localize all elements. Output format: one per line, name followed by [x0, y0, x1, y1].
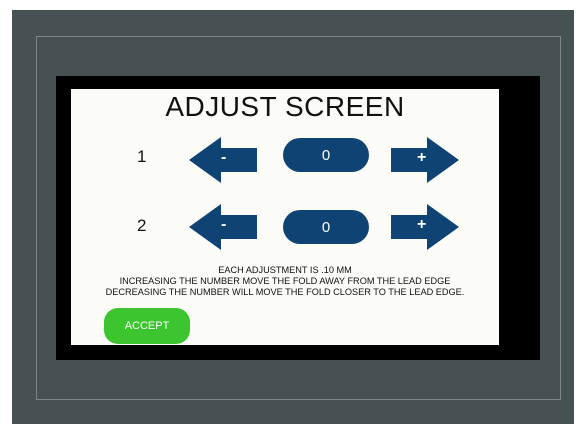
row-2-increase-button[interactable]: + — [391, 204, 459, 250]
row-1-decrease-button[interactable]: - — [189, 137, 257, 183]
info-line-1: EACH ADJUSTMENT IS .10 MM — [218, 265, 352, 275]
row-2-value-field[interactable]: 0 — [283, 210, 369, 244]
row-2-decrease-button[interactable]: - — [189, 204, 257, 250]
page-title: ADJUST SCREEN — [165, 91, 405, 122]
row-1-label: 1 — [137, 147, 147, 166]
decrease-symbol: - — [221, 216, 227, 233]
adjust-screen: ADJUST SCREEN 1 - 0 + 2 - 0 + EACH ADJUS… — [71, 89, 499, 345]
increase-symbol: + — [417, 216, 427, 233]
accept-button[interactable]: ACCEPT — [104, 308, 190, 344]
row-1-value-field[interactable]: 0 — [283, 138, 369, 172]
adjustment-info: EACH ADJUSTMENT IS .10 MM INCREASING THE… — [71, 265, 499, 298]
row-2-label: 2 — [137, 216, 147, 235]
increase-symbol: + — [417, 149, 427, 166]
decrease-symbol: - — [221, 149, 227, 166]
info-line-3: DECREASING THE NUMBER WILL MOVE THE FOLD… — [105, 287, 465, 297]
info-line-2: INCREASING THE NUMBER MOVE THE FOLD AWAY… — [119, 276, 451, 286]
row-1-increase-button[interactable]: + — [391, 137, 459, 183]
